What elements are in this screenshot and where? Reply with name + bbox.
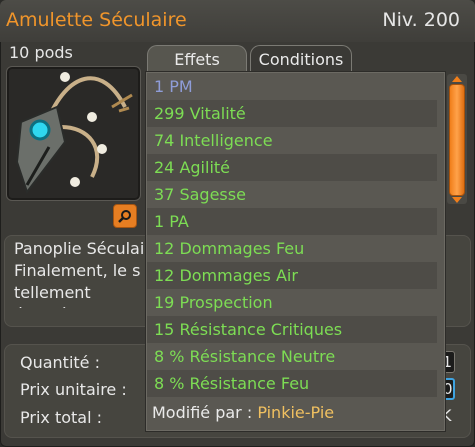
total-price-label: Prix total :: [20, 408, 103, 427]
effect-line: 299 Vitalité: [147, 100, 437, 127]
modifier-label: Modifié par :: [152, 403, 253, 422]
effect-line: 1 PA: [147, 208, 437, 235]
zoom-button[interactable]: [113, 204, 137, 228]
effect-line: 8 % Résistance Neutre: [154, 347, 336, 366]
description-text: Panoplie Séculai Finalement, le s tellem…: [14, 239, 145, 308]
modifier-line: Modifié par : Pinkie-Pie: [147, 399, 437, 426]
item-level: Niv. 200: [382, 9, 460, 31]
effect-line: 12 Dommages Feu: [154, 239, 305, 258]
effect-line: 74 Intelligence: [154, 131, 273, 150]
tab-conditions[interactable]: Conditions: [250, 45, 352, 72]
effect-line: 8 % Résistance Feu: [147, 370, 437, 397]
effect-line: 24 Agilité: [147, 154, 437, 181]
effect-line: 15 Résistance Critiques: [147, 316, 437, 343]
tab-effets[interactable]: Effets: [147, 45, 247, 72]
chevron-down-icon: [452, 197, 462, 203]
amulet-icon: [15, 72, 133, 195]
effect-line: 12 Dommages Air: [147, 262, 437, 289]
quantity-label: Quantité :: [20, 353, 100, 372]
chevron-up-icon: [452, 76, 462, 82]
scrollbar-thumb[interactable]: [449, 84, 465, 196]
scroll-up-button[interactable]: [447, 74, 467, 84]
magnifier-icon: [118, 210, 131, 223]
modifier-name: Pinkie-Pie: [257, 403, 335, 422]
effect-line: 37 Sagesse: [154, 185, 246, 204]
effect-line: 19 Prospection: [154, 293, 273, 312]
item-pods: 10 pods: [9, 43, 73, 62]
scroll-down-button[interactable]: [447, 195, 467, 205]
item-title: Amulette Séculaire: [6, 9, 187, 31]
effect-line: 1 PM: [154, 77, 193, 96]
unit-price-label: Prix unitaire :: [20, 380, 127, 399]
item-image-frame: [6, 66, 141, 201]
